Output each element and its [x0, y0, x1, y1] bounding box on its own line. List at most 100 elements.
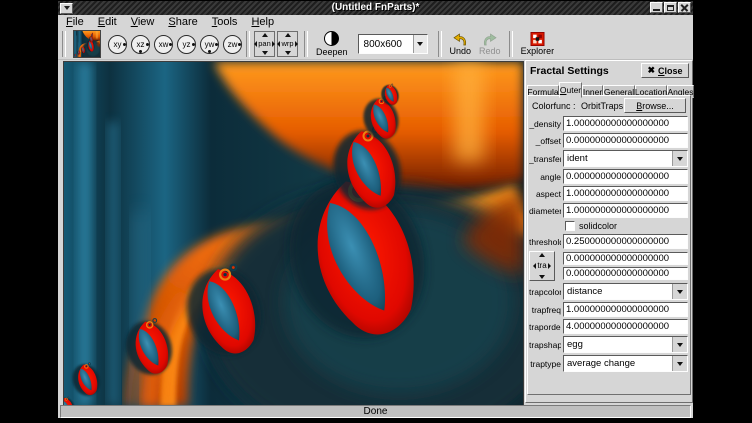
param-row-_density: _density: [529, 116, 688, 131]
chevron-down-icon: [417, 42, 423, 46]
menu-help[interactable]: Help: [251, 16, 274, 28]
param-input-diameter[interactable]: [563, 203, 688, 218]
undo-button[interactable]: Undo: [446, 33, 476, 56]
param-label: trapshape: [529, 340, 561, 350]
rotate-dial-xy[interactable]: xy: [108, 35, 127, 54]
menubar: File Edit View Share Tools Help: [58, 15, 693, 29]
param-label: traptype: [529, 359, 561, 369]
menu-share[interactable]: Share: [168, 16, 197, 28]
param-label: threshold: [529, 237, 561, 247]
status-text: Done: [364, 406, 388, 417]
explorer-button[interactable]: Explorer: [517, 32, 559, 56]
dropdown-button[interactable]: [672, 337, 687, 352]
panel-close-label: Close: [658, 66, 683, 76]
colorfunc-label: Colorfunc :: [532, 101, 576, 111]
param-input-_density[interactable]: [563, 116, 688, 131]
dial-marker-icon: [238, 43, 241, 46]
image-size-value: 800x600: [359, 39, 413, 50]
fractal-canvas[interactable]: [63, 61, 524, 407]
toolbar-separator: [438, 31, 442, 57]
param-input-aspect[interactable]: [563, 186, 688, 201]
redo-label: Redo: [479, 46, 501, 56]
chevron-down-icon: [677, 290, 683, 294]
deepen-icon: [324, 31, 339, 46]
combo-chevron-button[interactable]: [413, 35, 427, 53]
dial-marker-icon: [146, 43, 149, 46]
maximize-button[interactable]: [664, 2, 677, 13]
param-select-_transfer[interactable]: ident: [563, 150, 688, 167]
window-menu-icon: [64, 6, 70, 10]
fractal-thumbnail[interactable]: [73, 30, 101, 58]
menu-view[interactable]: View: [131, 16, 155, 28]
param-row-threshold: threshold: [529, 234, 688, 249]
undo-label: Undo: [450, 46, 472, 56]
fractal-image: [64, 62, 523, 406]
param-input-tra-0[interactable]: [563, 252, 688, 265]
wrp-right-icon: [295, 41, 298, 47]
dial-label: xw: [159, 40, 169, 49]
tab-outer[interactable]: Outer: [559, 82, 582, 98]
browse-button[interactable]: Browse...: [624, 98, 686, 113]
param-input-_offset[interactable]: [563, 133, 688, 148]
param-input-tra-1[interactable]: [563, 267, 688, 280]
rotate-dial-yw[interactable]: yw: [200, 35, 219, 54]
checkbox-solidcolor[interactable]: [565, 221, 575, 231]
pan-right-icon: [272, 41, 275, 47]
param-input-threshold[interactable]: [563, 234, 688, 249]
close-icon: [680, 3, 689, 12]
window-title: (Untitled FnParts)*: [58, 1, 693, 15]
dropdown-button[interactable]: [672, 356, 687, 371]
pan-down-icon: [262, 51, 268, 55]
toolbar-separator: [62, 31, 66, 57]
pan-control[interactable]: pan: [254, 31, 275, 57]
colorfunc-value: OrbitTraps: [581, 101, 623, 111]
rotate-dial-yz[interactable]: yz: [177, 35, 196, 54]
spinner-down-icon: [539, 275, 545, 279]
window-menu-button[interactable]: [60, 3, 73, 14]
chevron-down-icon: [677, 343, 683, 347]
browse-label: Browse...: [636, 101, 674, 111]
deepen-label: Deepen: [316, 47, 348, 57]
wrp-down-icon: [285, 51, 291, 55]
param-row-trapfreq: trapfreq: [529, 302, 688, 317]
param-select-trapshape[interactable]: egg: [563, 336, 688, 353]
param-row-traptype: traptypeaverage change: [529, 355, 688, 372]
menu-tools[interactable]: Tools: [212, 16, 238, 28]
minimize-button[interactable]: [650, 2, 663, 13]
panel-close-button[interactable]: ✖ Close: [641, 63, 689, 78]
param-input-angle[interactable]: [563, 169, 688, 184]
rotate-dial-zw[interactable]: zw: [223, 35, 242, 54]
explorer-icon: [530, 32, 545, 46]
param-select-traptype[interactable]: average change: [563, 355, 688, 372]
redo-icon: [482, 33, 497, 46]
spinner-up-icon: [539, 253, 545, 257]
pan-label: pan: [258, 40, 271, 48]
param-select-trapcolor[interactable]: distance: [563, 283, 688, 300]
image-size-combo[interactable]: 800x600: [358, 34, 428, 54]
close-x-icon: ✖: [647, 65, 655, 76]
titlebar[interactable]: (Untitled FnParts)*: [58, 1, 693, 15]
dropdown-button[interactable]: [672, 151, 687, 166]
warp-control[interactable]: wrp: [277, 31, 298, 57]
param-input-traporder[interactable]: [563, 319, 688, 334]
menu-file[interactable]: File: [66, 16, 84, 28]
dial-label: xz: [137, 40, 145, 49]
panel-title: Fractal Settings: [530, 65, 609, 77]
rotate-dial-xw[interactable]: xw: [154, 35, 173, 54]
spinner-left-icon: [533, 263, 536, 269]
trap-position-spinner[interactable]: tra: [529, 251, 555, 281]
dial-marker-icon: [169, 43, 172, 46]
close-button[interactable]: [678, 2, 691, 13]
param-input-trapfreq[interactable]: [563, 302, 688, 317]
menu-edit[interactable]: Edit: [98, 16, 117, 28]
outer-tab-content: Colorfunc : OrbitTraps Browse... _densit…: [527, 95, 691, 395]
dial-marker-icon: [208, 50, 211, 53]
chevron-down-icon: [677, 362, 683, 366]
deepen-button[interactable]: Deepen: [312, 31, 352, 57]
param-label: _density: [529, 119, 561, 129]
dropdown-button[interactable]: [672, 284, 687, 299]
param-row-diameter: diameter: [529, 203, 688, 218]
rotate-dial-xz[interactable]: xz: [131, 35, 150, 54]
param-row-trapshape: trapshapeegg: [529, 336, 688, 353]
app-window: (Untitled FnParts)* File Edit View Share Too…: [57, 0, 694, 419]
